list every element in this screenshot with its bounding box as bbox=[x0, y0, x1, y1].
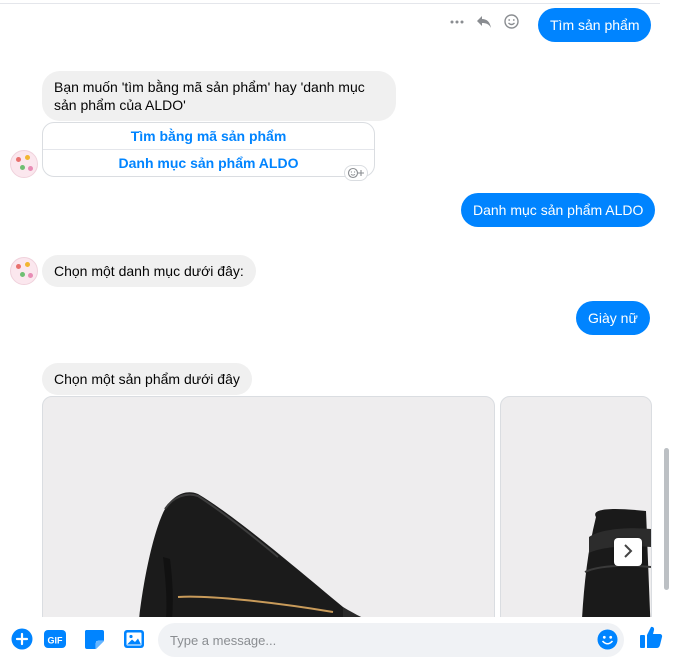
gif-icon[interactable]: GIF bbox=[43, 628, 67, 653]
plus-circle-icon[interactable] bbox=[11, 628, 33, 653]
quick-replies: Tìm bằng mã sản phẩm Danh mục sản phẩm A… bbox=[42, 122, 375, 177]
message-input[interactable] bbox=[158, 623, 624, 657]
scrollbar-thumb[interactable] bbox=[664, 448, 669, 590]
message-thread[interactable]: Tìm sản phẩm Bạn muốn 'tìm bằng mã sản p… bbox=[0, 0, 660, 617]
composer: GIF bbox=[0, 617, 673, 663]
sticker-icon[interactable] bbox=[83, 628, 105, 653]
incoming-message[interactable]: Chọn một sản phẩm dưới đây bbox=[42, 363, 252, 395]
product-image-pump bbox=[139, 492, 362, 617]
outgoing-message[interactable]: Giày nữ bbox=[576, 301, 650, 335]
product-image-boot bbox=[582, 509, 651, 617]
add-reaction-icon[interactable] bbox=[344, 165, 368, 184]
product-card[interactable] bbox=[500, 396, 652, 617]
emoji-react-icon[interactable] bbox=[504, 14, 519, 29]
outgoing-message[interactable]: Danh mục sản phẩm ALDO bbox=[461, 193, 656, 227]
product-card[interactable] bbox=[42, 396, 495, 617]
message-actions bbox=[450, 14, 519, 29]
svg-text:GIF: GIF bbox=[48, 636, 64, 646]
emoji-icon[interactable] bbox=[597, 629, 618, 653]
more-icon[interactable] bbox=[450, 15, 464, 29]
reply-icon[interactable] bbox=[476, 15, 492, 29]
avatar bbox=[10, 257, 38, 285]
incoming-message[interactable]: Bạn muốn 'tìm bằng mã sản phẩm' hay 'dan… bbox=[42, 71, 396, 121]
avatar bbox=[10, 150, 38, 178]
quick-reply-find-by-code[interactable]: Tìm bằng mã sản phẩm bbox=[43, 123, 374, 150]
chevron-right-icon bbox=[623, 543, 633, 561]
thumbs-up-icon[interactable] bbox=[639, 625, 663, 652]
carousel-next-button[interactable] bbox=[614, 538, 642, 566]
incoming-message[interactable]: Chọn một danh mục dưới đây: bbox=[42, 255, 256, 287]
photo-icon[interactable] bbox=[123, 628, 145, 653]
quick-reply-aldo-catalog[interactable]: Danh mục sản phẩm ALDO bbox=[43, 150, 374, 176]
outgoing-message[interactable]: Tìm sản phẩm bbox=[538, 8, 652, 42]
